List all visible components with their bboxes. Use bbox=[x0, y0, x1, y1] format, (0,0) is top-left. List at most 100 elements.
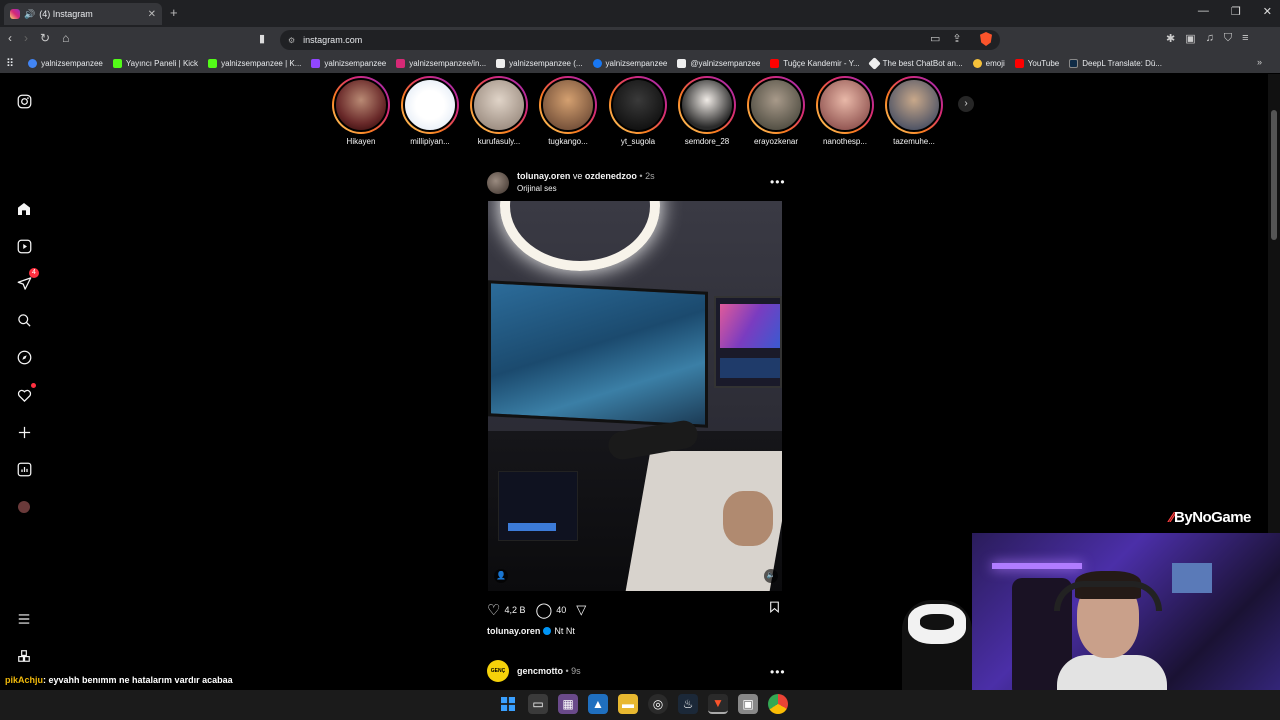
stories-next-icon[interactable]: › bbox=[958, 96, 974, 112]
bookmark-item[interactable]: The best ChatBot an... bbox=[867, 56, 963, 70]
instagram-logo-icon[interactable] bbox=[14, 91, 34, 111]
menu-icon[interactable]: ≡ bbox=[1242, 32, 1248, 45]
like-heart-icon[interactable]: ♡ bbox=[487, 601, 500, 619]
windows-start-icon[interactable] bbox=[498, 694, 518, 714]
bookmark-item[interactable]: yalnizsempanzee bbox=[311, 58, 386, 68]
post-video[interactable]: 👤 🔈 bbox=[488, 201, 782, 591]
like-count[interactable]: 4,2 B bbox=[504, 605, 525, 615]
collab-username[interactable]: ozdenedzoo bbox=[585, 171, 637, 181]
comment-count[interactable]: 40 bbox=[556, 605, 566, 615]
close-window-icon[interactable]: ✕ bbox=[1263, 5, 1272, 18]
task-view-icon[interactable]: ▭ bbox=[528, 694, 548, 714]
cat-eyes bbox=[920, 614, 954, 630]
bookmark-item[interactable]: yalnizsempanzee | K... bbox=[208, 58, 301, 68]
story-avatar bbox=[887, 78, 941, 132]
bookmark-item[interactable]: yalnizsempanzee bbox=[28, 58, 103, 68]
collab-joiner: ve bbox=[572, 171, 583, 181]
vpn-shield-icon[interactable]: ⛉ bbox=[1224, 32, 1232, 45]
restore-icon[interactable]: ❐ bbox=[1231, 5, 1241, 18]
post2-username[interactable]: gencmotto bbox=[517, 666, 563, 676]
story-item[interactable]: nanothesp... bbox=[814, 76, 876, 146]
scrollbar-thumb[interactable] bbox=[1271, 110, 1277, 240]
post-username[interactable]: tolunay.oren bbox=[517, 171, 570, 181]
bookmark-item[interactable]: emoji bbox=[972, 58, 1005, 68]
story-item[interactable]: tugkango... bbox=[537, 76, 599, 146]
browser-tab-instagram[interactable]: 🔊 (4) Instagram ✕ bbox=[4, 3, 162, 25]
led-strip bbox=[992, 563, 1082, 569]
minimize-icon[interactable]: — bbox=[1198, 5, 1209, 18]
app-icon[interactable]: ▦ bbox=[558, 694, 578, 714]
bookmark-item[interactable]: yalnizsempanzee (... bbox=[496, 58, 583, 68]
profile-avatar-icon[interactable] bbox=[14, 497, 34, 517]
story-ring bbox=[816, 76, 874, 134]
save-bookmark-icon[interactable] bbox=[768, 600, 781, 617]
comment-icon[interactable]: ◯ bbox=[535, 601, 552, 619]
dashboard-icon[interactable] bbox=[14, 459, 34, 479]
tagged-user-icon[interactable]: 👤 bbox=[494, 569, 508, 583]
post-options-icon[interactable]: ••• bbox=[770, 175, 786, 189]
bookmark-item[interactable]: YouTube bbox=[1014, 58, 1059, 68]
search-icon[interactable] bbox=[14, 310, 34, 330]
story-item[interactable]: tazemuhe... bbox=[883, 76, 945, 146]
share-icon[interactable]: ⇪ bbox=[952, 32, 961, 45]
story-item[interactable]: erayozkenar bbox=[745, 76, 807, 146]
sidebar-toggle-icon[interactable]: ▣ bbox=[1185, 32, 1195, 45]
forward-icon[interactable]: › bbox=[24, 31, 28, 45]
stream-brand-logo: ⁄⁄ByNoGame bbox=[1170, 509, 1251, 526]
bookmark-item[interactable]: @yalnizsempanzee bbox=[677, 58, 760, 68]
bookmark-item[interactable]: Yayıncı Paneli | Kick bbox=[112, 58, 198, 68]
reels-icon[interactable] bbox=[14, 236, 34, 256]
cast-icon[interactable]: ▭ bbox=[930, 32, 940, 45]
home-icon[interactable]: ⌂ bbox=[62, 31, 69, 45]
back-icon[interactable]: ‹ bbox=[8, 31, 12, 45]
close-tab-icon[interactable]: ✕ bbox=[148, 9, 156, 20]
app2-icon[interactable]: ▣ bbox=[738, 694, 758, 714]
story-avatar bbox=[541, 78, 595, 132]
story-item[interactable]: semdore_28 bbox=[676, 76, 738, 146]
home-nav-icon[interactable] bbox=[14, 199, 34, 219]
bookmark-page-icon[interactable]: ▮ bbox=[259, 32, 265, 45]
facebook-icon bbox=[592, 58, 602, 68]
story-item[interactable]: millipiyan... bbox=[399, 76, 461, 146]
new-tab-button[interactable]: + bbox=[170, 5, 178, 20]
reload-icon[interactable]: ↻ bbox=[40, 31, 50, 45]
brave-browser-icon[interactable]: ▼ bbox=[708, 694, 728, 714]
obs-icon[interactable]: ◎ bbox=[648, 694, 668, 714]
story-item[interactable]: kurufasuly... bbox=[468, 76, 530, 146]
story-item[interactable]: Hikayen bbox=[330, 76, 392, 146]
caption-username[interactable]: tolunay.oren bbox=[487, 626, 540, 636]
more-menu-icon[interactable] bbox=[14, 609, 34, 629]
speaker-icon[interactable]: 🔊 bbox=[24, 9, 35, 20]
url-field[interactable]: ⚙ instagram.com bbox=[280, 30, 1000, 50]
create-plus-icon[interactable] bbox=[14, 422, 34, 442]
post-avatar[interactable] bbox=[487, 172, 509, 194]
story-avatar bbox=[334, 78, 388, 132]
story-avatar bbox=[472, 78, 526, 132]
story-ring bbox=[539, 76, 597, 134]
chrome-icon[interactable] bbox=[768, 694, 788, 714]
photos-icon[interactable]: ▲ bbox=[588, 694, 608, 714]
post2-avatar[interactable]: GENÇ MOTTO bbox=[487, 660, 509, 696]
post-audio[interactable]: Orijinal ses bbox=[517, 184, 557, 193]
file-explorer-icon[interactable]: ▬ bbox=[618, 694, 638, 714]
story-item[interactable]: yt_sugola bbox=[607, 76, 669, 146]
bookmarks-bar: ⠿ yalnizsempanzee Yayıncı Paneli | Kick … bbox=[0, 53, 1280, 73]
apps-icon[interactable]: ⠿ bbox=[6, 57, 14, 70]
share-send-icon[interactable]: ▽ bbox=[576, 602, 586, 618]
more-bookmarks-icon[interactable]: » bbox=[1257, 57, 1262, 67]
explore-compass-icon[interactable] bbox=[14, 347, 34, 367]
messages-icon[interactable]: 4 bbox=[14, 268, 39, 293]
bookmark-item[interactable]: Tuğçe Kandemir - Y... bbox=[770, 58, 860, 68]
bookmark-item[interactable]: DeepL Translate: Dü... bbox=[1069, 58, 1162, 68]
extensions-icon[interactable]: ✱ bbox=[1166, 32, 1175, 45]
post2-options-icon[interactable]: ••• bbox=[770, 665, 786, 679]
site-info-icon[interactable]: ⚙ bbox=[288, 36, 295, 45]
heart-notifications-icon[interactable] bbox=[14, 383, 36, 405]
threads-apps-icon[interactable] bbox=[14, 646, 34, 666]
music-icon[interactable]: ♫ bbox=[1206, 32, 1214, 45]
steam-icon[interactable]: ♨ bbox=[678, 694, 698, 714]
bookmark-item[interactable]: yalnizsempanzee/in... bbox=[396, 58, 486, 68]
mute-icon[interactable]: 🔈 bbox=[764, 569, 778, 583]
chatbot-icon bbox=[867, 56, 881, 70]
bookmark-item[interactable]: yalnizsempanzee bbox=[592, 58, 667, 68]
